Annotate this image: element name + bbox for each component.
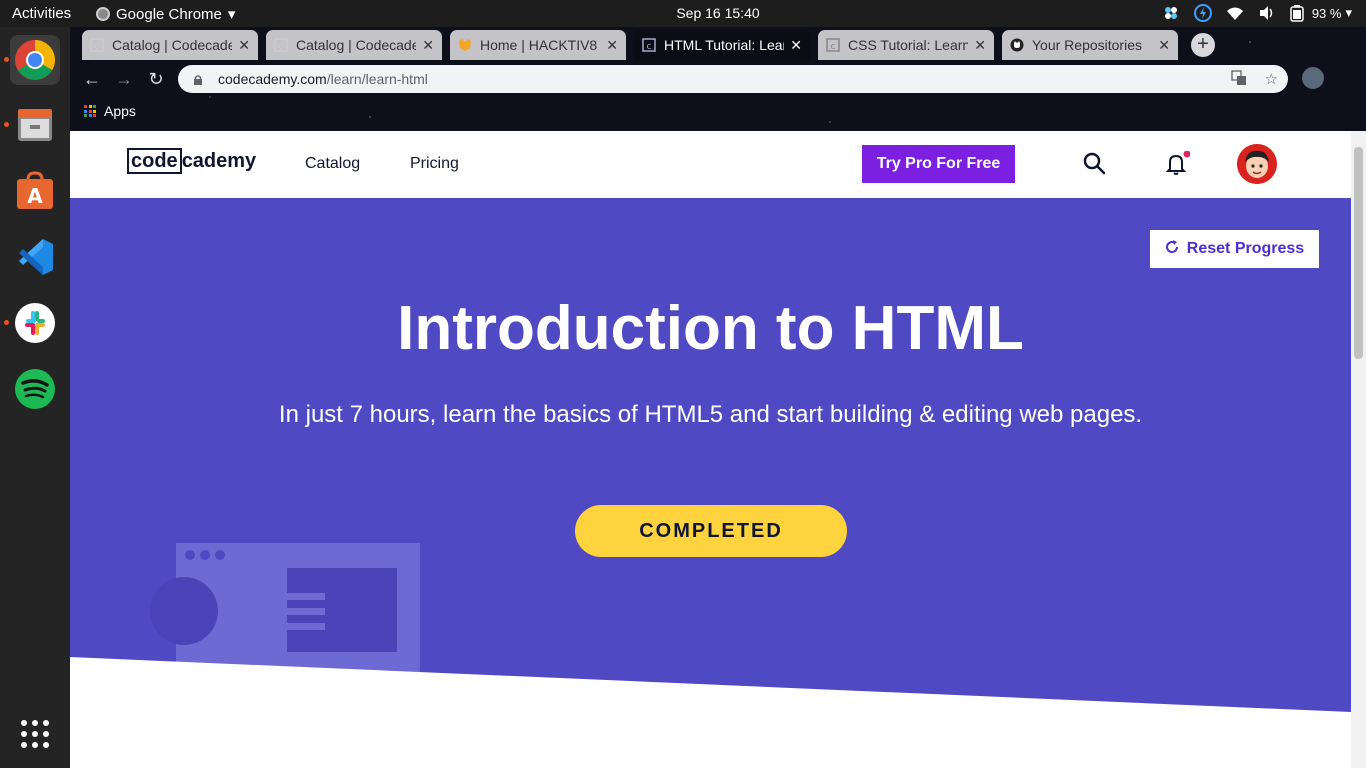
svg-text:c: c (831, 42, 836, 52)
battery-icon (1290, 4, 1308, 22)
slack-icon (15, 303, 55, 343)
try-pro-button[interactable]: Try Pro For Free (862, 145, 1015, 183)
github-favicon (1010, 38, 1024, 52)
course-hero: Reset Progress Introduction to HTML In j… (70, 198, 1351, 718)
bookmark-star-icon[interactable]: ☆ (1265, 70, 1278, 90)
running-indicator (4, 320, 9, 325)
svg-text:c: c (279, 42, 284, 52)
page-viewport: code cademy Catalog Pricing Try Pro For F… (70, 131, 1366, 768)
codecademy-logo[interactable]: code cademy (127, 148, 256, 174)
tab-title: Your Repositories (1032, 37, 1142, 53)
dock-chrome[interactable] (4, 35, 60, 85)
completed-button[interactable]: COMPLETED (575, 505, 847, 557)
running-indicator (4, 122, 9, 127)
logo-code: code (127, 148, 182, 174)
chrome-profile-avatar[interactable] (1302, 67, 1324, 89)
browser-window-illustration (150, 543, 420, 673)
dock-files[interactable] (4, 100, 60, 150)
reset-progress-label: Reset Progress (1186, 240, 1305, 257)
lock-icon[interactable] (192, 73, 204, 85)
system-top-bar: Activities Google Chrome ▾ Sep 16 15:40 … (0, 0, 1366, 27)
wifi-icon[interactable] (1226, 4, 1244, 22)
power-manager-icon[interactable] (1193, 4, 1212, 22)
software-center-icon: A (17, 171, 53, 209)
new-tab-button[interactable]: + (1191, 33, 1215, 57)
course-description: In just 7 hours, learn the basics of HTM… (278, 401, 1143, 428)
codecademy-favicon: c (642, 38, 656, 52)
battery-indicator[interactable]: 93 % ▾ (1290, 4, 1352, 22)
logo-cademy: cademy (181, 149, 257, 172)
close-tab-icon[interactable]: ✕ (606, 37, 618, 54)
codecademy-favicon: c (274, 38, 288, 52)
close-tab-icon[interactable]: ✕ (238, 37, 250, 54)
apps-grid-icon (84, 105, 96, 117)
battery-percentage: 93 % (1311, 5, 1342, 21)
svg-text:A: A (27, 184, 43, 208)
hacktiv8-favicon (458, 38, 472, 52)
page-scrollbar[interactable] (1351, 131, 1366, 768)
tab-title: Home | HACKTIV8 (480, 37, 598, 53)
reload-button[interactable]: ↻ (144, 67, 168, 91)
tab-title: HTML Tutorial: Learn (664, 37, 785, 53)
tab-title: Catalog | Codecademy (112, 37, 233, 53)
url-host: codecademy.com (218, 71, 327, 87)
nav-pricing[interactable]: Pricing (410, 155, 459, 173)
running-indicator (4, 57, 9, 62)
system-tray[interactable]: 93 % ▾ (1162, 4, 1352, 22)
dock-spotify[interactable] (10, 364, 60, 414)
nav-catalog[interactable]: Catalog (305, 155, 360, 173)
vscode-icon (19, 239, 53, 275)
close-tab-icon[interactable]: ✕ (974, 37, 986, 54)
apps-bookmark[interactable]: Apps (104, 103, 136, 119)
tab-github-repositories[interactable]: Your Repositories ✕ (1002, 30, 1178, 60)
files-icon (18, 109, 52, 141)
show-applications-button[interactable] (10, 709, 60, 759)
slack-tray-icon[interactable] (1162, 4, 1180, 22)
codecademy-favicon: c (826, 38, 840, 52)
close-tab-icon[interactable]: ✕ (1158, 37, 1170, 54)
dock-slack[interactable] (4, 298, 60, 348)
bookmarks-bar: Apps (84, 103, 136, 119)
tab-catalog-2[interactable]: c Catalog | Codecademy ✕ (266, 30, 442, 60)
chrome-icon (15, 40, 55, 80)
volume-icon[interactable] (1258, 4, 1276, 22)
tab-catalog-1[interactable]: c Catalog | Codecademy ✕ (82, 30, 258, 60)
forward-button[interactable]: → (112, 67, 136, 91)
tab-html-tutorial[interactable]: c HTML Tutorial: Learn ✕ (634, 30, 810, 60)
dock: A (0, 27, 70, 768)
address-bar[interactable]: codecademy.com/learn/learn-html ☆ (178, 65, 1288, 93)
reset-progress-button[interactable]: Reset Progress (1150, 230, 1319, 268)
url-path: /learn/learn-html (326, 71, 428, 87)
tab-hacktiv8[interactable]: Home | HACKTIV8 ✕ (450, 30, 626, 60)
app-grid-icon (21, 720, 49, 748)
svg-text:c: c (647, 42, 652, 52)
refresh-icon (1165, 239, 1179, 259)
tab-title: CSS Tutorial: Learn (848, 37, 969, 53)
tab-title: Catalog | Codecademy (296, 37, 417, 53)
scrollbar-thumb[interactable] (1354, 147, 1363, 359)
svg-text:c: c (95, 42, 100, 52)
course-title: Introduction to HTML (397, 294, 1024, 363)
close-tab-icon[interactable]: ✕ (422, 37, 434, 54)
back-button[interactable]: ← (80, 67, 104, 91)
notifications-bell-icon[interactable] (1164, 150, 1191, 177)
translate-icon[interactable] (1230, 70, 1247, 90)
caret-down-icon: ▾ (1345, 5, 1352, 20)
user-avatar[interactable] (1237, 144, 1277, 184)
dock-software-center[interactable]: A (10, 166, 60, 216)
codecademy-favicon: c (90, 38, 104, 52)
tab-css-tutorial[interactable]: c CSS Tutorial: Learn ✕ (818, 30, 994, 60)
close-tab-icon[interactable]: ✕ (790, 37, 802, 54)
spotify-icon (15, 369, 55, 409)
browser-chrome: c Catalog | Codecademy ✕ c Catalog | Cod… (70, 27, 1366, 131)
search-icon[interactable] (1082, 151, 1108, 177)
dock-vscode[interactable] (10, 232, 60, 282)
site-header: code cademy Catalog Pricing Try Pro For F… (70, 131, 1351, 198)
